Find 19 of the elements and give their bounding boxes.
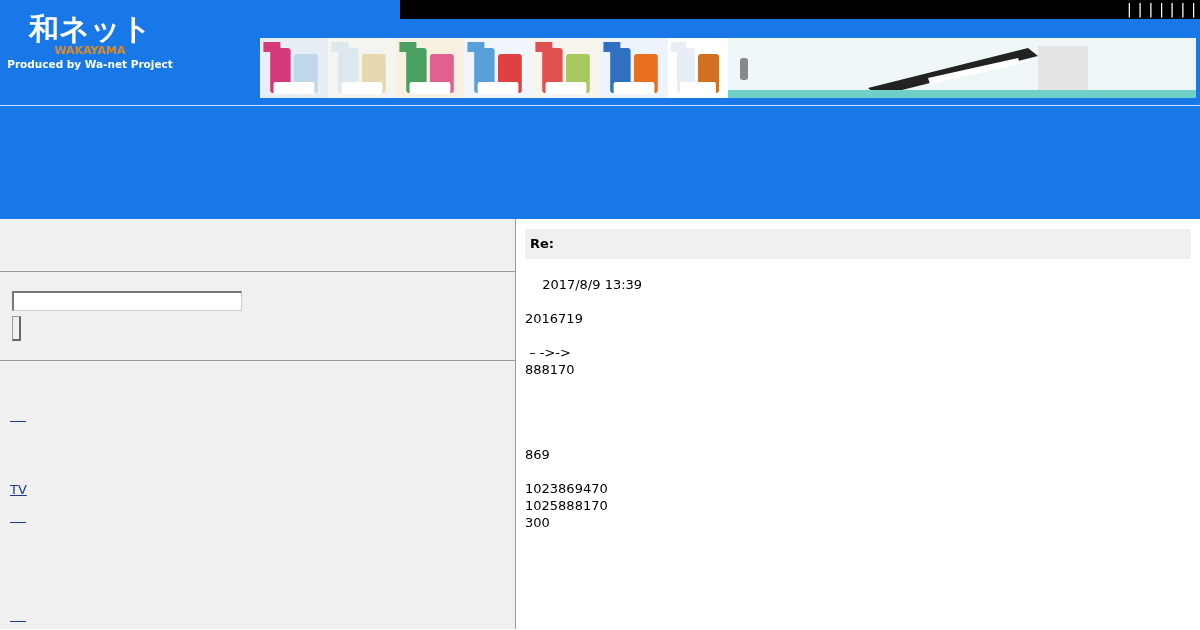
post-title: Re: <box>525 229 1191 259</box>
logo-region: WAKAYAMA <box>54 44 126 58</box>
post-text: 2016719 <box>525 309 584 327</box>
sidebar-link[interactable]: TV <box>10 480 27 500</box>
post-text: – ->-> 888170 <box>525 343 576 378</box>
search-field[interactable] <box>12 291 242 311</box>
logo-title: 和ネット <box>28 14 152 44</box>
post-text: 2017/8/9 13:39 <box>541 275 644 293</box>
nav-link-separator[interactable]: | <box>1191 0 1196 19</box>
nav-link-separator[interactable]: | <box>1180 0 1186 19</box>
post-text: 1023869470 1025888170 300 <box>525 479 609 531</box>
nav-link-separator[interactable]: | <box>1169 0 1175 19</box>
post-text: 869 <box>525 445 551 463</box>
logo-credit: Produced by Wa-net Project <box>7 57 173 73</box>
nav-link-separator[interactable]: | <box>1137 0 1143 19</box>
search-button[interactable] <box>12 316 21 341</box>
nav-link-separator[interactable]: | <box>1148 0 1154 19</box>
nav-link-separator[interactable]: | <box>1126 0 1132 19</box>
nav-link-separator[interactable]: | <box>1159 0 1164 19</box>
